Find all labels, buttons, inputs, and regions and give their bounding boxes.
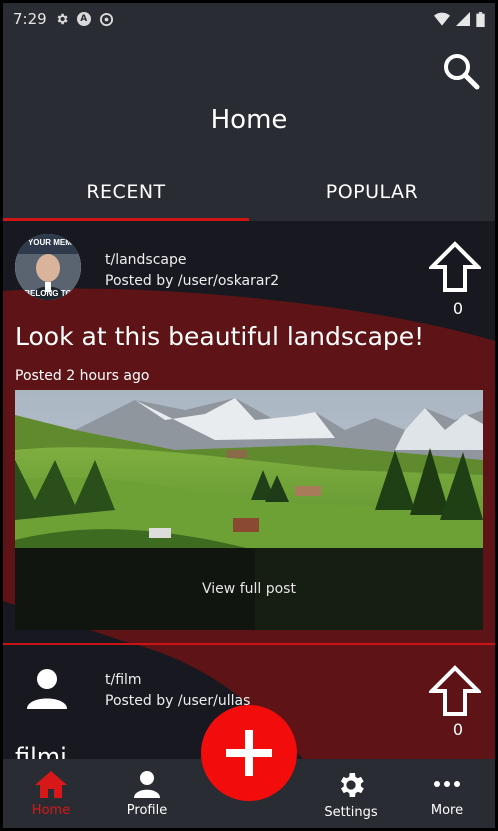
home-icon bbox=[35, 771, 67, 798]
nav-profile[interactable]: Profile bbox=[99, 759, 195, 828]
nav-home[interactable]: Home bbox=[3, 759, 99, 828]
post-feed[interactable]: IF YOUR MEME BELONG TO t/landscape Poste… bbox=[3, 221, 495, 759]
more-dots-icon bbox=[434, 781, 460, 787]
person-icon bbox=[134, 771, 160, 798]
status-bar: 7:29 A bbox=[3, 3, 495, 35]
post-title[interactable]: Look at this beautiful landscape! bbox=[15, 322, 424, 351]
page-title: Home bbox=[210, 105, 288, 135]
nav-settings[interactable]: Settings bbox=[303, 759, 399, 828]
tab-recent[interactable]: RECENT bbox=[3, 171, 249, 221]
add-post-button[interactable] bbox=[201, 705, 297, 801]
upvote-arrow-icon[interactable] bbox=[429, 241, 481, 293]
battery-icon bbox=[476, 11, 485, 27]
post-title[interactable]: filmi bbox=[15, 743, 67, 759]
vote-count: 0 bbox=[452, 720, 463, 739]
post-card[interactable]: IF YOUR MEME BELONG TO t/landscape Poste… bbox=[3, 221, 495, 643]
person-icon[interactable] bbox=[25, 667, 69, 711]
post-author[interactable]: Posted by /user/oskarar2 bbox=[105, 273, 279, 289]
plus-icon bbox=[226, 730, 272, 776]
gear-icon bbox=[57, 13, 68, 25]
upvote-arrow-icon[interactable] bbox=[429, 665, 481, 717]
status-time: 7:29 bbox=[13, 10, 47, 28]
nav-label: More bbox=[430, 803, 464, 818]
vote-count: 0 bbox=[452, 299, 463, 318]
nav-label: Settings bbox=[324, 805, 378, 820]
post-subreddit[interactable]: t/film bbox=[105, 672, 142, 688]
signal-icon bbox=[456, 12, 470, 26]
nav-label: Profile bbox=[126, 803, 168, 818]
view-full-post-button[interactable]: View full post bbox=[15, 548, 483, 630]
post-author[interactable]: Posted by /user/ullas bbox=[105, 693, 250, 709]
avatar[interactable]: IF YOUR MEME BELONG TO bbox=[15, 234, 81, 300]
avatar-caption-top: IF YOUR MEME bbox=[19, 238, 78, 247]
data-saver-icon bbox=[99, 12, 113, 26]
post-timestamp: Posted 2 hours ago bbox=[15, 368, 150, 384]
app-screen: 7:29 A Home RECENT POPULAR IF YOUR MEME … bbox=[3, 3, 495, 828]
wifi-icon bbox=[434, 12, 450, 26]
post-subreddit[interactable]: t/landscape bbox=[105, 252, 187, 268]
avatar-caption-bottom: BELONG TO bbox=[24, 289, 71, 298]
nav-more[interactable]: More bbox=[399, 759, 495, 828]
a-badge-icon: A bbox=[76, 12, 91, 26]
nav-label: Home bbox=[31, 803, 71, 818]
app-header: Home RECENT POPULAR bbox=[3, 35, 495, 221]
gear-icon bbox=[340, 773, 364, 797]
search-icon[interactable] bbox=[441, 51, 481, 91]
tab-popular[interactable]: POPULAR bbox=[249, 171, 495, 221]
feed-tabs: RECENT POPULAR bbox=[3, 171, 495, 221]
post-image[interactable]: View full post bbox=[15, 390, 483, 630]
